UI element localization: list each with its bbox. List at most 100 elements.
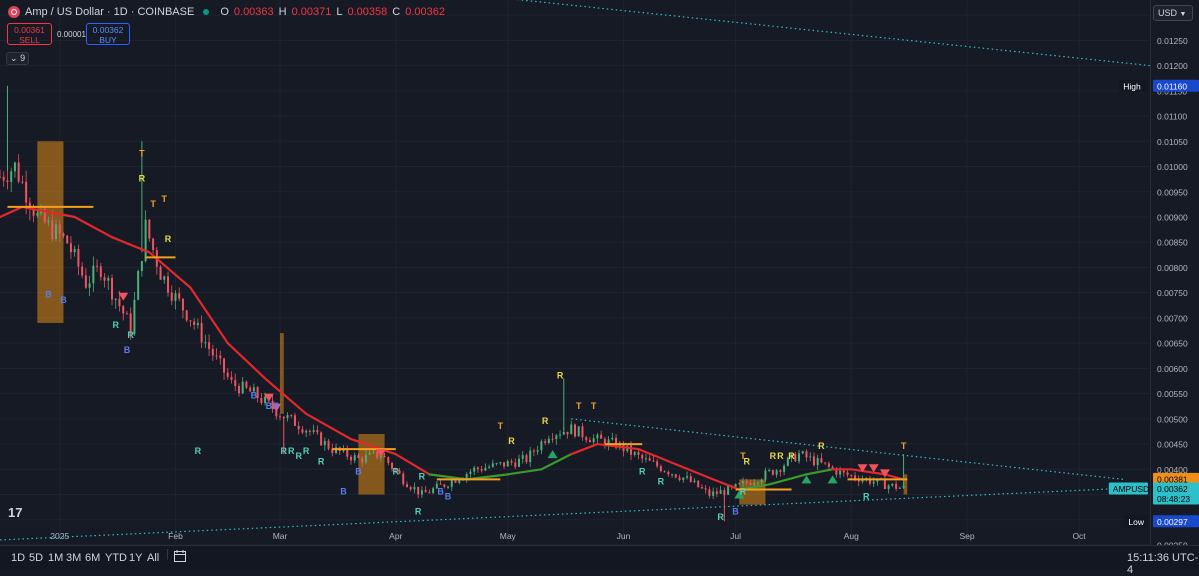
signal-label: T xyxy=(139,148,145,158)
shaded-box xyxy=(903,474,908,495)
price-scale[interactable]: 0.013000.012500.012000.011500.011000.010… xyxy=(1150,0,1199,551)
candle-body xyxy=(58,224,61,234)
buy-marker-icon xyxy=(801,475,812,484)
candle-body xyxy=(103,277,106,281)
bottom-toolbar: 1D 5D 1M 3M 6M YTD 1Y All | 15:11:36 UTC… xyxy=(0,545,1199,576)
timeframe-all[interactable]: All xyxy=(147,552,159,564)
timeframe-1m[interactable]: 1M xyxy=(48,552,63,564)
candle-body xyxy=(712,491,715,496)
candle-body xyxy=(66,235,69,244)
candle-body xyxy=(872,481,875,484)
candle-body xyxy=(361,458,364,463)
candle-body xyxy=(641,454,644,459)
candle-body xyxy=(738,483,741,485)
candle-body xyxy=(854,475,857,479)
open-label: O xyxy=(220,6,229,18)
sell-button[interactable]: 0.00361 SELL xyxy=(7,23,52,45)
candle-body xyxy=(204,342,207,344)
candle-body xyxy=(10,171,13,183)
price-chart[interactable]: 2025 Feb Mar Apr May Jun Jul Aug Sep OctTRTTRBBRR… xyxy=(0,0,1151,546)
candle-body xyxy=(320,432,323,446)
candle-body xyxy=(644,458,647,460)
timeframe-6m[interactable]: 6M xyxy=(85,552,100,564)
candle-body xyxy=(883,478,886,489)
candle-body xyxy=(413,486,416,490)
candle-body xyxy=(775,470,778,475)
price-tick-label: 0.00850 xyxy=(1157,238,1188,248)
indicators-toggle[interactable]: ⌄ 9 xyxy=(6,52,30,65)
timeframe-3m[interactable]: 3M xyxy=(66,552,81,564)
close-value: 0.00362 xyxy=(405,6,445,18)
candle-body xyxy=(898,487,901,489)
candle-body xyxy=(581,426,584,438)
candle-body xyxy=(372,451,375,453)
timeframe-5d[interactable]: 5D xyxy=(29,552,43,564)
price-tick-label: 0.01100 xyxy=(1157,112,1187,122)
timeframe-1d[interactable]: 1D xyxy=(11,552,25,564)
moving-average-segment xyxy=(506,468,543,476)
candle-body xyxy=(114,298,117,300)
candle-body xyxy=(559,434,562,436)
candle-body xyxy=(219,355,222,359)
candle-body xyxy=(88,283,91,288)
signal-label: R xyxy=(658,476,665,486)
candle-body xyxy=(656,461,659,467)
date-range-icon[interactable] xyxy=(173,549,187,566)
candle-body xyxy=(170,292,173,301)
candle-body xyxy=(745,481,748,484)
time-tick-label: Mar xyxy=(273,531,288,541)
moving-average-segment xyxy=(0,205,24,219)
buy-button[interactable]: 0.00362 BUY xyxy=(86,23,130,45)
currency-button[interactable]: USD ▼ xyxy=(1153,5,1193,21)
chart-area[interactable]: 2025 Feb Mar Apr May Jun Jul Aug Sep Oct T R T T R B B R R… xyxy=(0,0,1151,546)
candle-body xyxy=(409,487,412,490)
symbol-title[interactable]: Amp / US Dollar · 1D · COINBASE xyxy=(25,6,194,18)
candle-body xyxy=(801,451,804,454)
candle-body xyxy=(473,467,476,472)
timeframe-1y[interactable]: 1Y xyxy=(129,552,142,564)
candle-body xyxy=(107,277,110,281)
high-value: 0.00371 xyxy=(291,6,332,18)
candle-body xyxy=(491,463,494,467)
time-tick-label: Oct xyxy=(1072,531,1086,541)
candle-body xyxy=(297,425,300,430)
timeframe-ytd[interactable]: YTD xyxy=(105,552,127,564)
candle-body xyxy=(592,438,595,443)
chevron-down-icon: ▼ xyxy=(1179,11,1187,18)
candle-body xyxy=(630,445,633,455)
candle-body xyxy=(2,176,5,181)
countdown-label: 08:48:23 xyxy=(1157,494,1190,504)
candle-body xyxy=(547,438,550,443)
open-value: 0.00363 xyxy=(233,6,274,18)
candle-body xyxy=(503,462,506,467)
candle-body xyxy=(55,224,58,239)
signal-label: R xyxy=(127,330,134,340)
signal-label: R xyxy=(863,492,870,502)
candle-body xyxy=(137,271,140,300)
signal-label: T xyxy=(576,401,582,411)
buy-label: BUY xyxy=(99,35,117,45)
candle-body xyxy=(163,276,166,280)
candle-body xyxy=(686,476,689,478)
clock[interactable]: 15:11:36 UTC-4 xyxy=(1127,552,1199,576)
candle-body xyxy=(693,480,696,482)
candle-body xyxy=(756,482,759,484)
divider: | xyxy=(166,548,169,560)
candle-body xyxy=(84,275,87,288)
candle-body xyxy=(850,475,853,477)
signal-label: B xyxy=(732,507,739,517)
close-label: C xyxy=(392,6,401,18)
signal-label: R xyxy=(415,507,422,517)
candle-body xyxy=(600,434,603,439)
candle-body xyxy=(260,398,263,404)
price-label-tag: Low xyxy=(1128,517,1144,527)
time-tick-label: Apr xyxy=(389,531,402,541)
signal-label: R xyxy=(818,441,825,451)
candle-body xyxy=(118,298,121,307)
signal-label: B xyxy=(340,487,347,497)
candle-body xyxy=(21,181,24,183)
signal-label: B xyxy=(266,401,273,411)
moving-average-segment xyxy=(768,473,808,486)
candle-body xyxy=(237,386,240,394)
price-tick-label: 0.00450 xyxy=(1157,440,1188,450)
